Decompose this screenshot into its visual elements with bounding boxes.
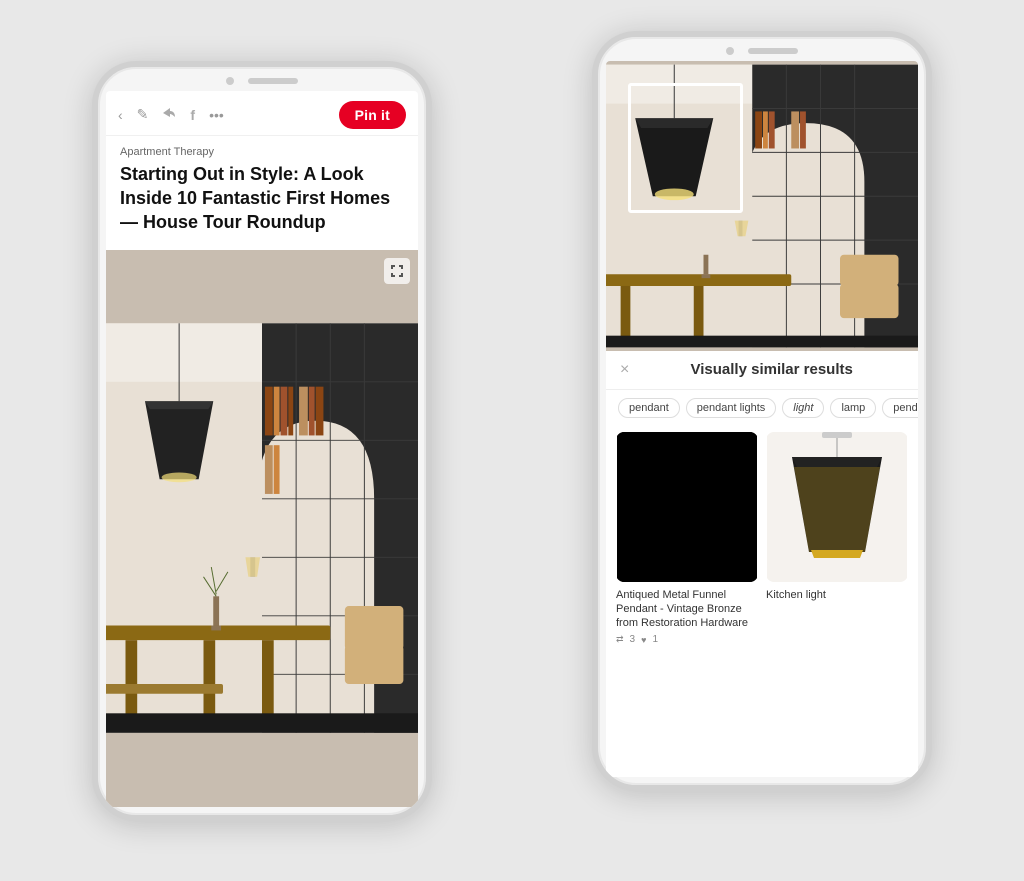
result-card-1[interactable]: Antiqued Metal Funnel Pendant - Vintage … bbox=[616, 432, 758, 771]
result-meta-1: ⇄ 3 ♥ 1 bbox=[616, 634, 758, 645]
right-top-image bbox=[606, 61, 918, 351]
right-phone-screen: × Visually similar results pendant penda… bbox=[606, 61, 918, 777]
share-icon[interactable] bbox=[162, 106, 176, 123]
left-phone-top-bar bbox=[98, 67, 426, 91]
more-icon[interactable]: ••• bbox=[209, 107, 224, 123]
right-phone: × Visually similar results pendant penda… bbox=[592, 31, 932, 791]
left-phone-screen: ‹ ✎ f ••• Pin it Apartment Therapy Start… bbox=[106, 91, 418, 807]
result-card-2[interactable]: Kitchen light bbox=[766, 432, 908, 771]
back-icon[interactable]: ‹ bbox=[118, 107, 123, 123]
result-title-1: Antiqued Metal Funnel Pendant - Vintage … bbox=[616, 588, 758, 631]
tag-lamp[interactable]: lamp bbox=[830, 398, 876, 418]
zoom-icon[interactable] bbox=[384, 258, 410, 284]
left-phone: ‹ ✎ f ••• Pin it Apartment Therapy Start… bbox=[92, 61, 432, 821]
result-image-1 bbox=[616, 432, 758, 582]
tag-pendant-lamps[interactable]: pendant lamps bbox=[882, 398, 918, 418]
article-info: Apartment Therapy Starting Out in Style:… bbox=[106, 136, 418, 251]
results-grid: Antiqued Metal Funnel Pendant - Vintage … bbox=[606, 426, 918, 777]
tags-row: pendant pendant lights light lamp pendan… bbox=[606, 390, 918, 426]
article-title: Starting Out in Style: A Look Inside 10 … bbox=[120, 162, 404, 235]
interior-scene bbox=[106, 250, 418, 806]
tag-pendant[interactable]: pendant bbox=[618, 398, 680, 418]
tag-pendant-lights[interactable]: pendant lights bbox=[686, 398, 777, 418]
heart-count: 1 bbox=[652, 634, 658, 645]
similar-title: Visually similar results bbox=[639, 361, 904, 378]
tag-light[interactable]: light bbox=[782, 398, 824, 418]
article-source: Apartment Therapy bbox=[120, 146, 404, 158]
result-image-2 bbox=[766, 432, 908, 582]
similar-results-panel: × Visually similar results pendant penda… bbox=[606, 351, 918, 777]
left-toolbar: ‹ ✎ f ••• Pin it bbox=[106, 91, 418, 136]
selection-box bbox=[628, 83, 743, 213]
left-image-container bbox=[106, 250, 418, 806]
right-camera bbox=[726, 47, 734, 55]
right-speaker bbox=[748, 48, 798, 54]
pin-it-button[interactable]: Pin it bbox=[339, 101, 406, 129]
toolbar-icons: ‹ ✎ f ••• bbox=[118, 106, 339, 123]
similar-header: × Visually similar results bbox=[606, 351, 918, 390]
repin-count: 3 bbox=[630, 634, 636, 645]
edit-icon[interactable]: ✎ bbox=[137, 106, 149, 123]
right-phone-top-bar bbox=[598, 37, 926, 61]
facebook-icon[interactable]: f bbox=[190, 107, 195, 123]
repin-icon: ⇄ bbox=[616, 634, 624, 645]
close-button[interactable]: × bbox=[620, 361, 629, 379]
left-speaker bbox=[248, 78, 298, 84]
left-camera bbox=[226, 77, 234, 85]
result-title-2: Kitchen light bbox=[766, 588, 908, 602]
heart-icon: ♥ bbox=[641, 635, 646, 645]
